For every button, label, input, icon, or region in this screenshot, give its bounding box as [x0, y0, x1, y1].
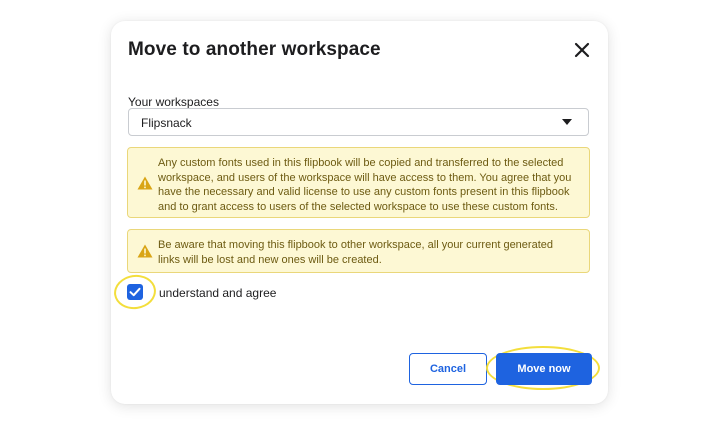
fonts-warning-text: Any custom fonts used in this flipbook w…	[158, 157, 572, 213]
links-warning-text: Be aware that moving this flipbook to ot…	[158, 239, 553, 266]
caret-down-icon	[562, 119, 572, 125]
dialog-title: Move to another workspace	[128, 39, 381, 60]
warning-icon	[137, 244, 153, 258]
workspaces-label: Your workspaces	[128, 95, 219, 109]
checkmark-icon	[129, 287, 141, 297]
close-icon	[574, 42, 590, 58]
agree-label: understand and agree	[159, 286, 277, 300]
move-workspace-dialog: Move to another workspace Your workspace…	[111, 21, 608, 404]
fonts-warning-box: Any custom fonts used in this flipbook w…	[127, 147, 590, 218]
workspace-select[interactable]: Flipsnack	[128, 108, 589, 136]
links-warning-box: Be aware that moving this flipbook to ot…	[127, 229, 590, 273]
close-button[interactable]	[570, 38, 594, 62]
agree-checkbox[interactable]	[127, 284, 143, 300]
move-now-button[interactable]: Move now	[496, 353, 592, 385]
workspace-select-value: Flipsnack	[141, 116, 192, 130]
cancel-button[interactable]: Cancel	[409, 353, 487, 385]
warning-icon	[137, 176, 153, 190]
